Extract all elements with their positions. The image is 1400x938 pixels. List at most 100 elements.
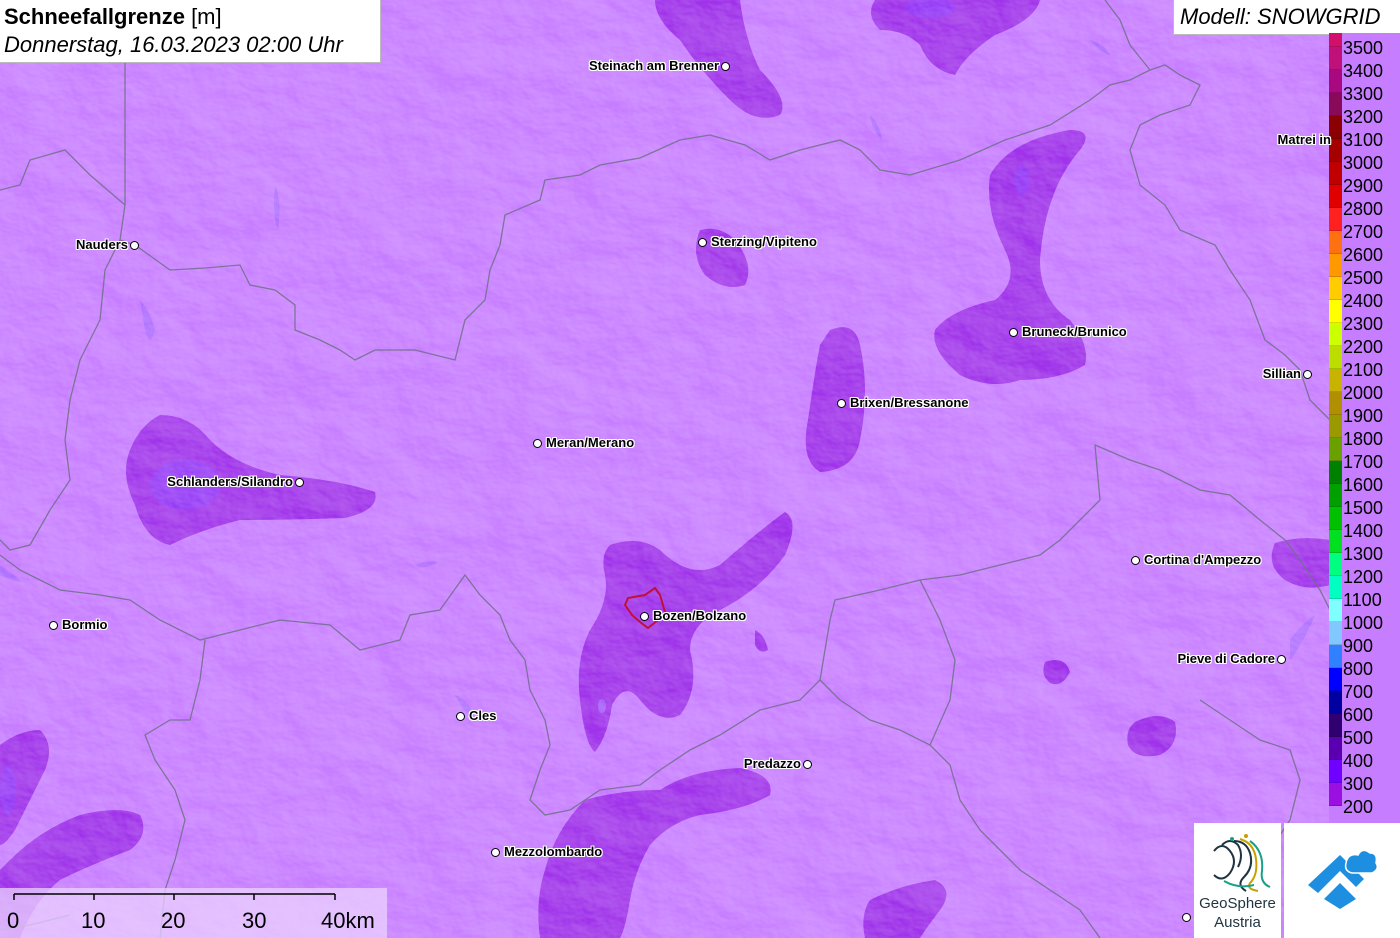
legend-item-400: 400 — [1329, 737, 1400, 771]
legend-item-2200: 2200 — [1329, 323, 1400, 357]
city-marker[interactable] — [698, 238, 707, 247]
legend-swatch — [1329, 208, 1342, 231]
legend-item-2800: 2800 — [1329, 185, 1400, 219]
geosphere-logo-country: Austria — [1214, 914, 1261, 931]
city-label[interactable]: Cortina d'Ampezzo — [1144, 552, 1261, 567]
legend-swatch — [1329, 415, 1342, 438]
legend-swatch — [1329, 231, 1342, 254]
legend-item-3500: 3500 — [1329, 33, 1400, 58]
city-label[interactable]: Bozen/Bolzano — [653, 608, 746, 623]
legend-item-3300: 3300 — [1329, 70, 1400, 104]
legend-item-1200: 1200 — [1329, 553, 1400, 587]
legend-item-2100: 2100 — [1329, 346, 1400, 380]
city-marker[interactable] — [491, 848, 500, 857]
legend-item-1300: 1300 — [1329, 530, 1400, 564]
legend-item-1100: 1100 — [1329, 576, 1400, 610]
legend-item-500: 500 — [1329, 714, 1400, 748]
city-label[interactable]: Cles — [469, 708, 496, 723]
scale-tick-10: 10 — [81, 908, 106, 933]
legend-swatch — [1329, 760, 1342, 783]
legend-swatch — [1329, 323, 1342, 346]
city-marker[interactable] — [533, 439, 542, 448]
city-marker[interactable] — [295, 478, 304, 487]
legend-item-1400: 1400 — [1329, 507, 1400, 541]
legend-swatch — [1329, 300, 1342, 323]
legend-swatch — [1329, 576, 1342, 599]
legend-item-2400: 2400 — [1329, 277, 1400, 311]
legend-swatch — [1329, 737, 1342, 760]
legend-swatch — [1329, 783, 1342, 806]
city-label[interactable]: Sillian — [1263, 366, 1301, 381]
legend-swatch — [1329, 622, 1342, 645]
legend-swatch — [1329, 93, 1342, 116]
legend-swatch — [1329, 530, 1342, 553]
legend-item-2500: 2500 — [1329, 254, 1400, 288]
snowfall-map[interactable] — [0, 0, 1400, 938]
city-label[interactable]: Matrei in — [1278, 132, 1331, 147]
legend-swatch — [1329, 668, 1342, 691]
legend-item-1700: 1700 — [1329, 438, 1400, 472]
legend-swatch — [1329, 70, 1342, 93]
legend-item-1000: 1000 — [1329, 599, 1400, 633]
geosphere-logo[interactable]: GeoSphere Austria — [1194, 823, 1281, 938]
city-label[interactable]: Nauders — [76, 237, 128, 252]
city-marker[interactable] — [837, 399, 846, 408]
geosphere-logo-name: GeoSphere — [1199, 895, 1276, 912]
city-marker[interactable] — [721, 62, 730, 71]
legend-swatch — [1329, 691, 1342, 714]
title-panel: Schneefallgrenze [m] Donnerstag, 16.03.2… — [0, 0, 381, 63]
city-label[interactable]: Steinach am Brenner — [589, 58, 719, 73]
legend-swatch — [1329, 461, 1342, 484]
city-label[interactable]: Pieve di Cadore — [1177, 651, 1275, 666]
legend-swatch — [1329, 484, 1342, 507]
color-legend: 3500 3400 3300 3200 3100 3000 2900 2800 2700 2600… — [1329, 33, 1400, 826]
legend-item-3400: 3400 — [1329, 47, 1400, 81]
city-marker[interactable] — [456, 712, 465, 721]
city-label[interactable]: Brixen/Bressanone — [850, 395, 969, 410]
city-marker[interactable] — [1131, 556, 1140, 565]
city-marker[interactable] — [803, 760, 812, 769]
legend-swatch — [1329, 47, 1342, 70]
scale-tick-40km: 40km — [321, 908, 375, 933]
legend-item-200: 200 — [1329, 783, 1400, 817]
legend-item-1500: 1500 — [1329, 484, 1400, 518]
city-marker[interactable] — [1277, 655, 1286, 664]
legend-swatch — [1329, 185, 1342, 208]
city-label[interactable]: Bormio — [62, 617, 108, 632]
model-label: Modell: SNOWGRID — [1173, 0, 1400, 35]
legend-swatch — [1329, 254, 1342, 277]
legend-swatch — [1329, 714, 1342, 737]
geosphere-logo-icon — [1213, 834, 1271, 892]
partner-logo[interactable] — [1284, 823, 1400, 938]
city-label[interactable]: Meran/Merano — [546, 435, 634, 450]
city-label[interactable]: Sterzing/Vipiteno — [711, 234, 817, 249]
scale-tick-20: 20 — [161, 908, 186, 933]
legend-swatch — [1329, 599, 1342, 622]
legend-item-3100: 3100 — [1329, 116, 1400, 150]
legend-item-3200: 3200 — [1329, 93, 1400, 127]
terrain-shading — [0, 0, 1400, 938]
legend-item-2000: 2000 — [1329, 369, 1400, 403]
city-marker[interactable] — [1009, 328, 1018, 337]
legend-item-2900: 2900 — [1329, 162, 1400, 196]
city-label[interactable]: Mezzolombardo — [504, 844, 602, 859]
legend-item-300: 300 — [1329, 760, 1400, 794]
legend-item-3000: 3000 — [1329, 139, 1400, 173]
city-marker[interactable] — [640, 612, 649, 621]
city-label[interactable]: Bruneck/Brunico — [1022, 324, 1127, 339]
city-marker[interactable] — [1303, 370, 1312, 379]
legend-item-900: 900 — [1329, 622, 1400, 656]
legend-item-1800: 1800 — [1329, 415, 1400, 449]
city-label[interactable]: Predazzo — [744, 756, 801, 771]
legend-item-2600: 2600 — [1329, 231, 1400, 265]
city-marker[interactable] — [130, 241, 139, 250]
legend-swatch — [1329, 553, 1342, 576]
map-datetime: Donnerstag, 16.03.2023 02:00 Uhr — [4, 32, 343, 57]
legend-swatch — [1329, 346, 1342, 369]
legend-swatch — [1329, 438, 1342, 461]
city-label[interactable]: Schlanders/Silandro — [167, 474, 293, 489]
legend-item-1600: 1600 — [1329, 461, 1400, 495]
legend-item-2300: 2300 — [1329, 300, 1400, 334]
city-marker[interactable] — [1182, 913, 1191, 922]
city-marker[interactable] — [49, 621, 58, 630]
